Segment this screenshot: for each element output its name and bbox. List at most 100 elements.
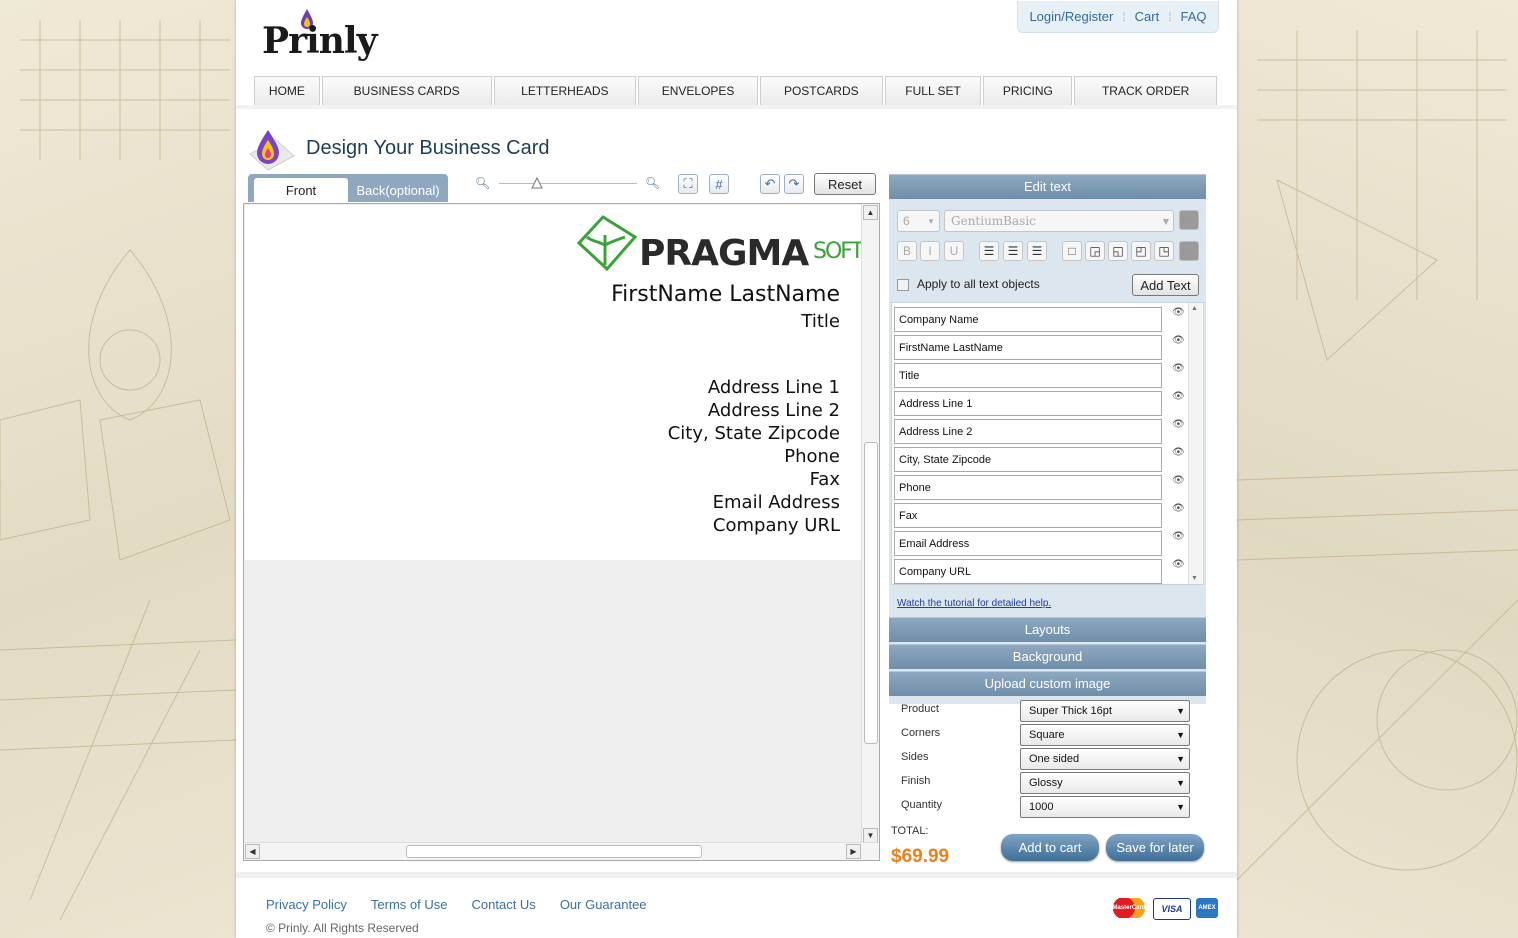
card-fax-text[interactable]: Fax (810, 469, 840, 490)
shadow-bottom-left-button[interactable]: ◱ (1108, 241, 1128, 261)
undo-button[interactable]: ↶ (760, 174, 780, 194)
card-phone-text[interactable]: Phone (784, 446, 840, 467)
sketch-decoration (0, 20, 236, 921)
redo-button[interactable]: ↷ (784, 174, 804, 194)
text-field-phone[interactable]: Phone (894, 475, 1162, 500)
reset-button[interactable]: Reset (814, 173, 876, 195)
design-canvas[interactable]: PRAGMA SOFT FirstName LastName Title Add… (243, 203, 880, 861)
align-right-button[interactable]: ☰ (1027, 241, 1047, 261)
nav-full-set[interactable]: FULL SET (884, 76, 982, 106)
text-field-company-name[interactable]: Company Name (894, 307, 1162, 332)
card-address2-text[interactable]: Address Line 2 (708, 400, 840, 421)
text-field-fax[interactable]: Fax (894, 503, 1162, 528)
scroll-down-icon[interactable]: ▼ (863, 828, 878, 843)
italic-button[interactable]: I (920, 241, 940, 261)
nav-home[interactable]: HOME (254, 76, 320, 106)
shadow-color-picker[interactable] (1179, 241, 1199, 261)
text-field-url[interactable]: Company URL (894, 559, 1162, 584)
nav-pricing[interactable]: PRICING (983, 76, 1073, 106)
text-color-picker[interactable] (1179, 210, 1199, 230)
add-text-button[interactable]: Add Text (1132, 274, 1199, 296)
card-address1-text[interactable]: Address Line 1 (708, 377, 840, 398)
text-field-city[interactable]: City, State Zipcode (894, 447, 1162, 472)
align-center-button[interactable]: ☰ (1003, 241, 1023, 261)
tab-back[interactable]: Back(optional) (352, 178, 444, 202)
font-family-select[interactable]: GentiumBasic ▼ (944, 210, 1174, 232)
background-header[interactable]: Background (889, 644, 1206, 669)
text-field-address2[interactable]: Address Line 2 (894, 419, 1162, 444)
underline-button[interactable]: U (944, 241, 964, 261)
scroll-right-icon[interactable]: ▶ (846, 844, 861, 859)
nav-track-order[interactable]: TRACK ORDER (1074, 76, 1217, 106)
eye-icon[interactable]: 👁 (1172, 335, 1185, 346)
tutorial-link[interactable]: Watch the tutorial for detailed help. (897, 598, 1051, 609)
vertical-scroll-thumb[interactable] (864, 442, 878, 744)
eye-icon[interactable]: 👁 (1172, 475, 1185, 486)
eye-icon[interactable]: 👁 (1172, 391, 1185, 402)
scroll-up-icon[interactable]: ▲ (1191, 305, 1198, 312)
faq-link[interactable]: FAQ (1172, 9, 1216, 24)
company-logo[interactable]: PRAGMA SOFT (575, 211, 864, 275)
eye-icon[interactable]: 👁 (1172, 503, 1185, 514)
layouts-header[interactable]: Layouts (889, 617, 1206, 642)
apply-all-checkbox[interactable] (897, 279, 909, 291)
shadow-bottom-right-button[interactable]: ◲ (1085, 241, 1105, 261)
card-title-text[interactable]: Title (801, 311, 840, 332)
zoom-slider-track[interactable] (499, 183, 637, 184)
shadow-top-right-button[interactable]: ◳ (1154, 241, 1174, 261)
eye-icon[interactable]: 👁 (1172, 363, 1185, 374)
save-for-later-button[interactable]: Save for later (1106, 834, 1204, 861)
card-email-text[interactable]: Email Address (713, 492, 840, 513)
fields-scrollbar[interactable]: ▲ ▼ (1188, 303, 1202, 584)
zoom-slider-handle[interactable] (531, 177, 543, 189)
upload-image-header[interactable]: Upload custom image (889, 671, 1206, 696)
text-field-email[interactable]: Email Address (894, 531, 1162, 556)
scroll-down-icon[interactable]: ▼ (1191, 575, 1198, 582)
sides-select[interactable]: One sided ▼ (1020, 748, 1190, 770)
bold-button[interactable]: B (897, 241, 917, 261)
text-field-title[interactable]: Title (894, 363, 1162, 388)
horizontal-scroll-thumb[interactable] (406, 845, 702, 858)
shadow-top-left-button[interactable]: ◰ (1131, 241, 1151, 261)
contact-us-link[interactable]: Contact Us (472, 897, 536, 912)
corners-select[interactable]: Square ▼ (1020, 724, 1190, 746)
nav-envelopes[interactable]: ENVELOPES (638, 76, 758, 106)
privacy-policy-link[interactable]: Privacy Policy (266, 897, 347, 912)
business-card-front[interactable]: PRAGMA SOFT FirstName LastName Title Add… (245, 205, 864, 560)
card-name-text[interactable]: FirstName LastName (611, 282, 840, 307)
fit-screen-button[interactable]: ⛶ (678, 174, 698, 194)
text-field-name[interactable]: FirstName LastName (894, 335, 1162, 360)
add-to-cart-button[interactable]: Add to cart (1001, 834, 1099, 861)
tab-front[interactable]: Front (254, 178, 348, 202)
eye-icon[interactable]: 👁 (1172, 447, 1185, 458)
scroll-up-icon[interactable]: ▲ (863, 205, 878, 220)
eye-icon[interactable]: 👁 (1172, 307, 1185, 318)
quantity-select[interactable]: 1000 ▼ (1020, 796, 1190, 818)
our-guarantee-link[interactable]: Our Guarantee (560, 897, 647, 912)
grid-toggle-button[interactable]: # (709, 174, 729, 194)
nav-business-cards[interactable]: BUSINESS CARDS (321, 76, 492, 106)
eye-icon[interactable]: 👁 (1172, 531, 1185, 542)
cart-link[interactable]: Cart (1126, 9, 1169, 24)
align-left-button[interactable]: ☰ (979, 241, 999, 261)
card-city-text[interactable]: City, State Zipcode (668, 423, 840, 444)
scroll-left-icon[interactable]: ◀ (245, 844, 260, 859)
text-field-address1[interactable]: Address Line 1 (894, 391, 1162, 416)
canvas-horizontal-scrollbar[interactable]: ◀ ▶ (244, 842, 879, 860)
zoom-out-icon[interactable]: 🔍︎ (475, 176, 490, 190)
login-register-link[interactable]: Login/Register (1020, 9, 1122, 24)
eye-icon[interactable]: 👁 (1172, 559, 1185, 570)
eye-icon[interactable]: 👁 (1172, 419, 1185, 430)
canvas-vertical-scrollbar[interactable]: ▲ ▼ (861, 204, 879, 844)
terms-of-use-link[interactable]: Terms of Use (371, 897, 448, 912)
nav-postcards[interactable]: POSTCARDS (759, 76, 883, 106)
prinly-logo[interactable]: Prinly (262, 6, 382, 64)
edit-text-header[interactable]: Edit text (889, 174, 1206, 199)
nav-letterheads[interactable]: LETTERHEADS (493, 76, 637, 106)
font-size-select[interactable]: 6 ▼ (897, 210, 940, 232)
card-url-text[interactable]: Company URL (713, 515, 840, 536)
shadow-none-button[interactable]: □ (1062, 241, 1082, 261)
zoom-in-icon[interactable]: 🔍︎ (645, 176, 660, 190)
finish-select[interactable]: Glossy ▼ (1020, 772, 1190, 794)
product-select[interactable]: Super Thick 16pt ▼ (1020, 700, 1190, 722)
